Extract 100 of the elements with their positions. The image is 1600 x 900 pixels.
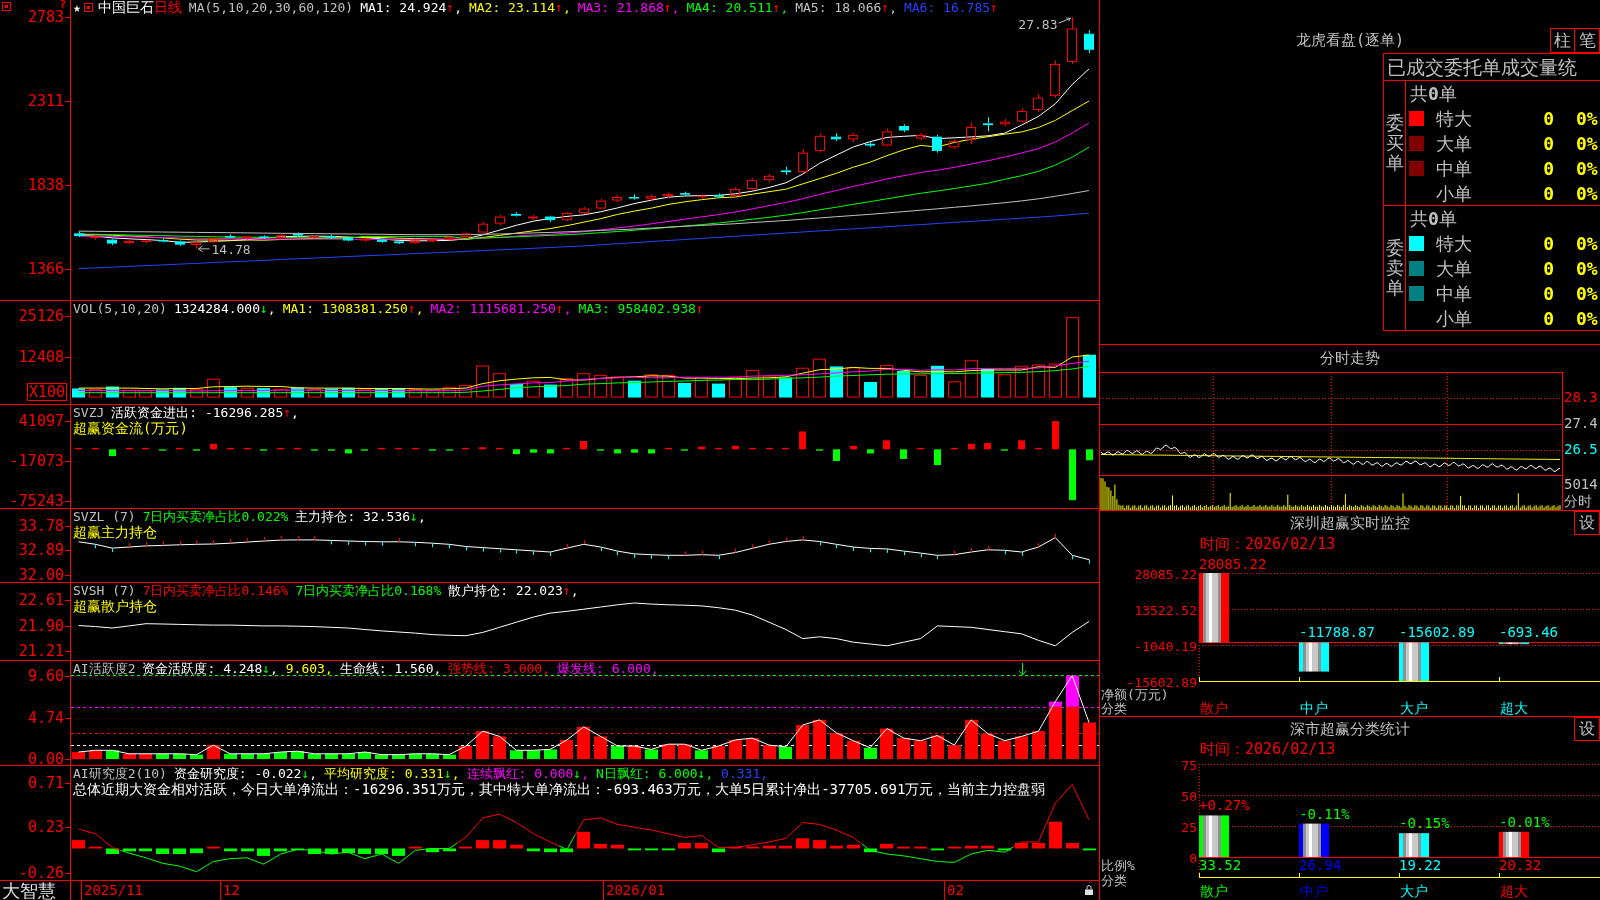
indicator-note: 超赢资金流(万元)	[73, 420, 188, 436]
bar	[850, 445, 857, 450]
axis-label: -15602.89	[1126, 674, 1197, 690]
panel-title: 深圳超赢实时监控	[1290, 514, 1410, 532]
candle	[949, 138, 959, 150]
candle	[781, 166, 791, 176]
timestamp: 时间：2026/02/13	[1200, 740, 1336, 758]
candle	[444, 235, 454, 242]
bar	[934, 449, 941, 466]
bar	[210, 443, 217, 450]
axis-label: -17073	[9, 454, 64, 468]
axis-label: 分时	[1564, 493, 1592, 509]
candle	[629, 193, 639, 201]
axis-label: 26.5	[1564, 441, 1598, 457]
date-label: 12	[223, 881, 240, 900]
bar	[176, 447, 183, 450]
candle	[730, 186, 740, 198]
candle	[208, 236, 218, 244]
group-label: 委买单	[1385, 113, 1404, 173]
candle	[343, 236, 353, 242]
legend-text: MA6: 16.785↑	[903, 0, 998, 15]
down-arrow-icon	[1018, 662, 1027, 676]
value-label: 28085.22	[1199, 556, 1267, 572]
value-label: 26.94	[1299, 857, 1342, 873]
settings-button[interactable]: 设	[1574, 511, 1600, 535]
bar	[665, 447, 672, 450]
order-count: 0	[1543, 282, 1554, 304]
axis-label: 41097	[18, 414, 64, 428]
axis-title: 比例%	[1101, 858, 1135, 873]
lock-icon	[1085, 885, 1093, 895]
order-share: 0%	[1576, 132, 1598, 156]
indicator-note: 超赢散户持仓	[73, 598, 157, 614]
axis-label: -75243	[9, 494, 64, 508]
legend-text: MA(5,10,20,30,60,120)	[188, 0, 354, 15]
category-label: 散户	[1200, 883, 1228, 899]
candle	[579, 206, 589, 215]
bar	[378, 447, 385, 450]
candle	[461, 232, 471, 239]
category-label: 中户	[1300, 700, 1328, 716]
candle	[90, 234, 100, 241]
order-size-label: 特大	[1436, 232, 1472, 254]
axis-label: 9.60	[27, 669, 64, 683]
bar	[277, 447, 284, 450]
candle	[646, 193, 656, 202]
order-share: 0%	[1576, 182, 1598, 206]
axis-title: 净额(万元)	[1101, 687, 1169, 702]
order-count: 0	[1543, 182, 1554, 204]
candle	[259, 234, 269, 240]
value-label: 33.52	[1199, 857, 1242, 873]
candle	[882, 128, 892, 147]
axis-label: 0.23	[27, 820, 64, 834]
candle	[410, 239, 420, 245]
legend-text: 资金活跃度: 4.248↓, 9.603,	[142, 661, 333, 676]
group-total: 共0单	[1410, 208, 1457, 229]
candle	[680, 191, 690, 196]
axis-label: 21.21	[18, 644, 64, 658]
axis-label: 1838	[27, 178, 64, 192]
order-count: 0	[1543, 257, 1554, 279]
legend-text: MA1: 1308381.250↑,	[282, 301, 424, 316]
change-label: -0.11%	[1299, 805, 1350, 822]
bar	[968, 443, 975, 450]
candle	[427, 238, 437, 243]
indicator-note: 总体近期大资金相对活跃，今日大单净流出：-16296.351万元，其中特大单净流出：-693.463万元，大单5日累计净出-37705.691万元，当前主力控盘弱	[73, 781, 1046, 797]
legend-text: VOL(5,10,20)	[73, 301, 167, 316]
chart-mode-button[interactable]: 柱	[1550, 28, 1575, 53]
candle	[815, 132, 825, 154]
bar	[900, 449, 907, 459]
bar	[513, 449, 520, 455]
order-share: 0%	[1576, 257, 1598, 281]
candle	[1017, 107, 1027, 123]
chart-mode-button[interactable]: 笔	[1575, 28, 1600, 53]
legend-text: 主力持仓: 32.536↓,	[295, 509, 426, 524]
candle	[528, 214, 538, 221]
category-label: 中户	[1300, 883, 1328, 899]
candle	[545, 215, 555, 223]
axis-label: 22.61	[18, 593, 64, 607]
axis-label: -0.26	[18, 866, 64, 880]
order-count: 0	[1543, 107, 1554, 129]
value-label: 19.22	[1399, 857, 1442, 873]
axis-label: 32.00	[18, 568, 64, 582]
candle	[697, 193, 707, 200]
candle	[141, 239, 151, 244]
help-mark: ?	[59, 0, 66, 9]
annotation: 27.83	[1018, 17, 1058, 33]
bar	[614, 449, 621, 454]
brand-logo-text: 大智慧	[1, 881, 56, 900]
panel-title: 深市超赢分类统计	[1290, 720, 1410, 738]
bar	[75, 447, 82, 450]
bar	[766, 447, 773, 450]
candle	[831, 132, 841, 142]
settings-button[interactable]: 设	[1574, 717, 1600, 741]
order-size-label: 特大	[1436, 107, 1472, 129]
legend-text: 7日内买卖净占比0.146%	[142, 583, 289, 598]
axis-label: 2783	[27, 10, 64, 24]
order-share: 0%	[1576, 157, 1598, 181]
candle	[612, 194, 622, 203]
axis-label: 28.3	[1564, 389, 1598, 405]
candle	[478, 221, 488, 234]
legend-text: MA5: 18.066↑,	[795, 0, 897, 15]
axis-label: 25	[1181, 819, 1197, 835]
